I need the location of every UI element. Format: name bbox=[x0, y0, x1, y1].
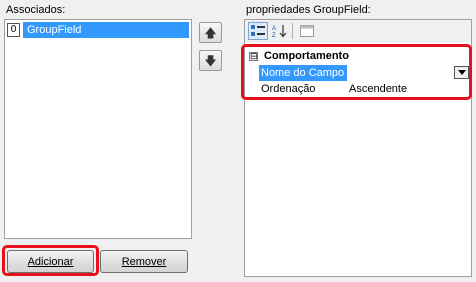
list-item[interactable]: 0 GroupField bbox=[7, 22, 189, 38]
item-label[interactable]: GroupField bbox=[23, 22, 189, 38]
highlight-properties bbox=[241, 44, 472, 100]
categorized-icon[interactable] bbox=[248, 22, 268, 40]
properties-label: propriedades GroupField: bbox=[246, 4, 371, 16]
add-button[interactable]: Adicionar bbox=[7, 250, 94, 273]
item-index: 0 bbox=[7, 23, 20, 37]
move-up-button[interactable]: 🡅 bbox=[199, 22, 222, 43]
toolbar-separator bbox=[292, 23, 293, 39]
property-pages-icon[interactable] bbox=[297, 22, 317, 40]
associated-label: Associados: bbox=[6, 4, 66, 16]
associated-list[interactable]: 0 GroupField bbox=[4, 19, 192, 239]
alphabetical-icon[interactable]: A Z bbox=[270, 22, 290, 40]
arrow-down-icon: 🡇 bbox=[204, 53, 217, 68]
arrow-up-icon: 🡅 bbox=[204, 25, 217, 40]
remove-button[interactable]: Remover bbox=[100, 250, 188, 273]
svg-text:A: A bbox=[272, 26, 276, 32]
grid-toolbar: A Z bbox=[245, 20, 471, 42]
svg-text:Z: Z bbox=[272, 33, 276, 38]
move-down-button[interactable]: 🡇 bbox=[199, 50, 222, 71]
